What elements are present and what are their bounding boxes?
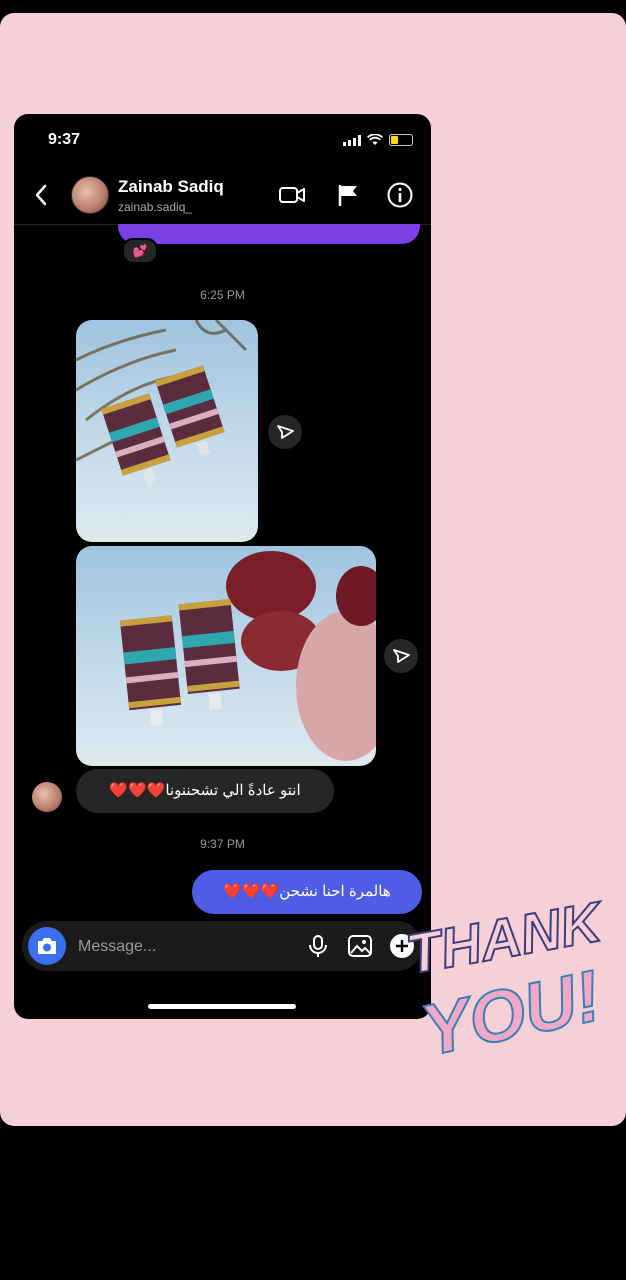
earrings-photo-image <box>76 320 248 485</box>
send-arrow-icon <box>393 649 410 663</box>
cellular-signal-icon <box>343 134 361 146</box>
share-button[interactable] <box>384 639 418 673</box>
photo-message-earrings-roses[interactable] <box>76 546 376 766</box>
photo-message-earrings-palm[interactable] <box>76 320 258 542</box>
contact-avatar[interactable] <box>71 176 109 214</box>
home-indicator <box>148 1004 296 1009</box>
info-icon[interactable] <box>386 181 414 209</box>
wifi-icon <box>367 134 383 145</box>
back-chevron-icon[interactable] <box>32 183 52 207</box>
chat-header: Zainab Sadiq zainab.sadiq_ <box>14 169 431 225</box>
status-time: 9:37 <box>48 131 81 148</box>
timestamp: 9:37 PM <box>200 837 245 851</box>
battery-icon <box>389 134 413 146</box>
incoming-message[interactable]: انتو عادةً الي تشحننونا❤️❤️❤️ <box>76 769 334 813</box>
status-icons <box>343 134 413 146</box>
share-button[interactable] <box>268 415 302 449</box>
camera-icon <box>38 938 56 954</box>
gallery-icon[interactable] <box>347 933 373 959</box>
timestamp: 6:25 PM <box>200 288 245 302</box>
message-input[interactable] <box>76 931 280 963</box>
sender-avatar[interactable] <box>32 782 62 812</box>
outgoing-message[interactable]: هالمرة احنا نشحن❤️❤️❤️ <box>192 870 422 914</box>
contact-name[interactable]: Zainab Sadiq <box>118 177 224 197</box>
video-call-icon[interactable] <box>278 181 306 209</box>
earrings-roses-photo-image <box>119 551 376 761</box>
reaction-badge[interactable]: 💕 <box>122 238 158 264</box>
flag-icon[interactable] <box>334 181 362 209</box>
thank-you-sticker: THANK YOU! <box>401 888 610 1060</box>
status-bar: 9:37 <box>14 114 431 164</box>
message-composer <box>22 921 422 971</box>
microphone-icon[interactable] <box>305 933 331 959</box>
send-arrow-icon <box>277 425 294 439</box>
previous-message-bubble[interactable] <box>118 224 420 244</box>
camera-button[interactable] <box>28 927 66 965</box>
phone-screenshot: 9:37 Zainab Sadiq zainab.sadiq_ 💕 6:25 P… <box>14 114 431 1019</box>
contact-handle: zainab.sadiq_ <box>118 200 193 214</box>
